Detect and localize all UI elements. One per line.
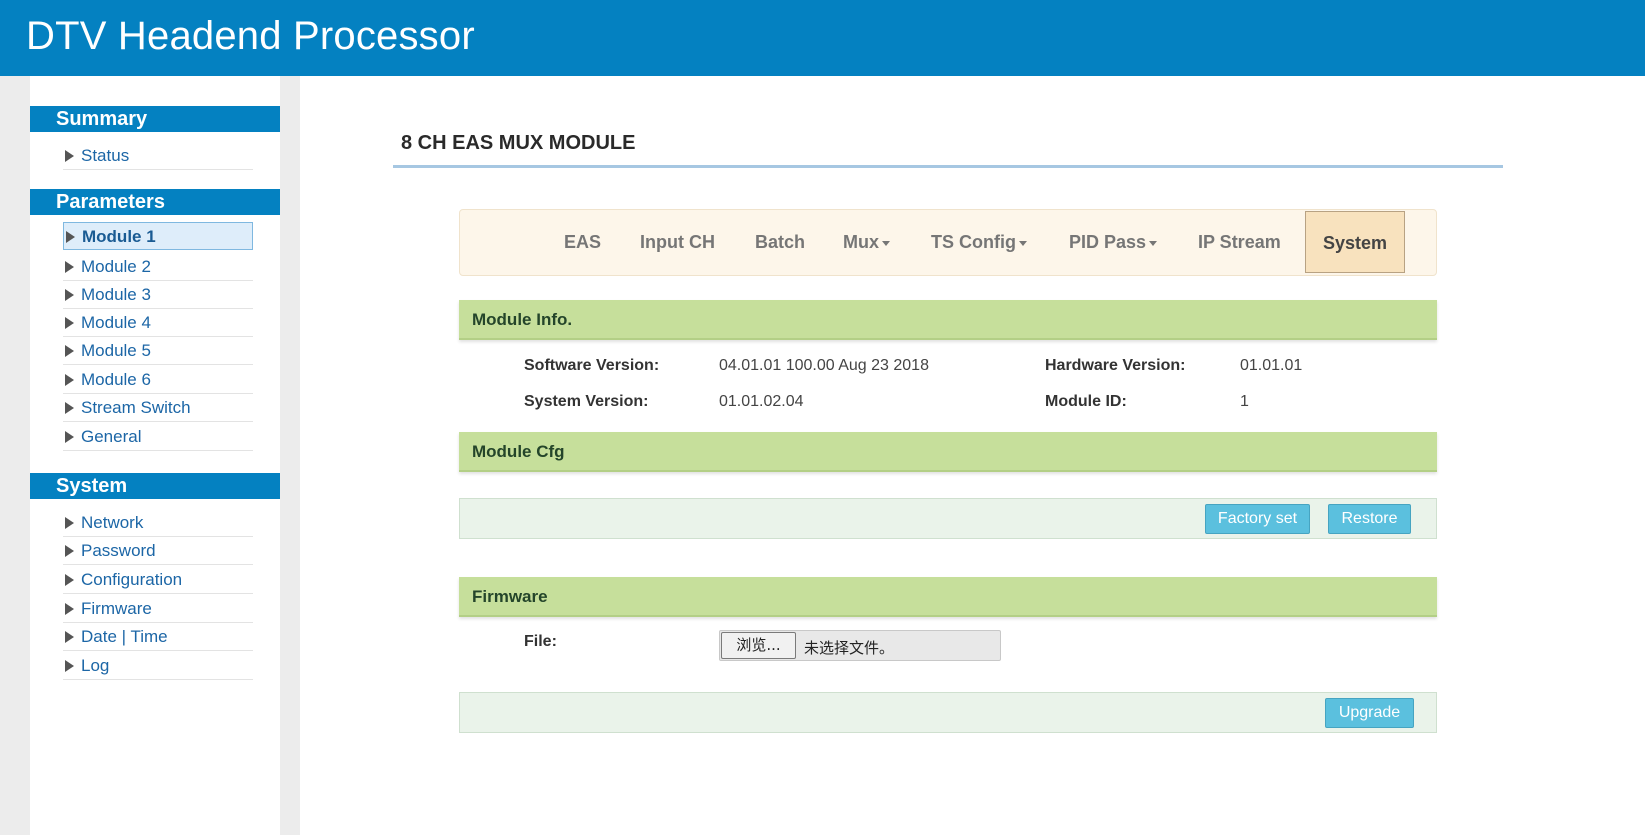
software-version-label: Software Version:	[524, 357, 660, 374]
sidebar-item-label: Status	[81, 146, 130, 165]
triangle-right-icon	[65, 431, 74, 443]
tab-label: Batch	[755, 232, 806, 252]
sidebar-item-configuration[interactable]: Configuration	[63, 566, 253, 594]
sidebar-item-label: Configuration	[81, 570, 183, 589]
sidebar-item-label: General	[81, 427, 142, 446]
triangle-right-icon	[65, 261, 74, 273]
triangle-right-icon	[65, 574, 74, 586]
sidebar-heading-parameters: Parameters	[30, 189, 280, 215]
sidebar-item-label: Module 3	[81, 285, 151, 304]
sidebar-item-password[interactable]: Password	[63, 537, 253, 565]
sidebar-item-label: Date | Time	[81, 627, 168, 646]
triangle-right-icon	[65, 517, 74, 529]
hardware-version-label: Hardware Version:	[1045, 357, 1186, 374]
sidebar-heading-summary: Summary	[30, 106, 280, 132]
triangle-right-icon	[65, 374, 74, 386]
restore-button[interactable]: Restore	[1328, 504, 1411, 534]
section-firmware: Firmware	[459, 577, 1437, 617]
tab-pid-pass[interactable]: PID Pass	[1069, 210, 1158, 275]
sidebar-item-label: Module 5	[81, 341, 151, 360]
sidebar-item-label: Stream Switch	[81, 398, 191, 417]
sidebar-item-status[interactable]: Status	[63, 142, 253, 170]
tab-label: EAS	[564, 232, 602, 252]
caret-down-icon	[882, 240, 890, 246]
sidebar-item-general[interactable]: General	[63, 423, 253, 451]
sidebar-item-label: Log	[81, 656, 110, 675]
section-module-cfg: Module Cfg	[459, 432, 1437, 472]
module-id-value: 1	[1240, 393, 1249, 410]
app-header: DTV Headend Processor	[0, 0, 1645, 76]
sidebar-item-label: Module 1	[82, 227, 156, 246]
sidebar-item-label: Network	[81, 513, 144, 532]
sidebar: Summary Status Parameters Module 1 Modul…	[30, 76, 280, 835]
file-input[interactable]: 浏览... 未选择文件。	[719, 630, 1001, 661]
sidebar-item-module-3[interactable]: Module 3	[63, 281, 253, 309]
sidebar-item-module-5[interactable]: Module 5	[63, 337, 253, 365]
sidebar-heading-system: System	[30, 473, 280, 499]
system-version-label: System Version:	[524, 393, 649, 410]
tab-system[interactable]: System	[1305, 211, 1406, 273]
sidebar-item-module-1[interactable]: Module 1	[63, 222, 253, 250]
triangle-right-icon	[65, 660, 74, 672]
sidebar-item-label: Firmware	[81, 599, 152, 618]
triangle-right-icon	[65, 345, 74, 357]
triangle-right-icon	[65, 603, 74, 615]
triangle-right-icon	[65, 150, 74, 162]
software-version-value: 04.01.01 100.00 Aug 23 2018	[719, 357, 929, 374]
sidebar-item-firmware[interactable]: Firmware	[63, 595, 253, 623]
sidebar-item-module-4[interactable]: Module 4	[63, 309, 253, 337]
sidebar-item-stream-switch[interactable]: Stream Switch	[63, 394, 253, 422]
tab-label: Mux	[843, 232, 879, 252]
tab-label: PID Pass	[1069, 232, 1147, 252]
tab-input-ch[interactable]: Input CH	[640, 210, 715, 275]
triangle-right-icon	[65, 289, 74, 301]
tab-label: System	[1323, 233, 1388, 253]
triangle-right-icon	[65, 402, 74, 414]
tab-ip-stream[interactable]: IP Stream	[1198, 210, 1281, 275]
hardware-version-value: 01.01.01	[1240, 357, 1303, 374]
tab-bar: EAS Input CH Batch Mux TS Config PID Pas…	[459, 209, 1437, 276]
title-divider	[393, 165, 1503, 168]
triangle-right-icon	[65, 317, 74, 329]
sidebar-item-module-2[interactable]: Module 2	[63, 253, 253, 281]
caret-down-icon	[1149, 240, 1158, 246]
upgrade-button[interactable]: Upgrade	[1325, 698, 1414, 728]
page-title: 8 CH EAS MUX MODULE	[401, 132, 636, 154]
factory-set-button[interactable]: Factory set	[1205, 504, 1310, 534]
module-id-label: Module ID:	[1045, 393, 1127, 410]
triangle-right-icon	[65, 631, 74, 643]
firmware-actions: Upgrade	[459, 692, 1437, 733]
section-module-info: Module Info.	[459, 300, 1437, 340]
tab-ts-config[interactable]: TS Config	[931, 210, 1027, 275]
system-version-value: 01.01.02.04	[719, 393, 804, 410]
triangle-right-icon	[65, 545, 74, 557]
app-title: DTV Headend Processor	[26, 14, 475, 58]
main-content: 8 CH EAS MUX MODULE EAS Input CH Batch M…	[300, 76, 1645, 835]
no-file-text: 未选择文件。	[804, 639, 895, 657]
tab-label: TS Config	[931, 232, 1016, 252]
tab-batch[interactable]: Batch	[755, 210, 805, 275]
browse-button[interactable]: 浏览...	[721, 632, 796, 659]
module-cfg-actions: Factory set Restore	[459, 498, 1437, 539]
sidebar-item-module-6[interactable]: Module 6	[63, 366, 253, 394]
tab-label: IP Stream	[1198, 232, 1281, 252]
sidebar-item-label: Module 6	[81, 370, 151, 389]
tab-mux[interactable]: Mux	[843, 210, 890, 275]
sidebar-item-label: Module 2	[81, 257, 151, 276]
sidebar-item-label: Module 4	[81, 313, 151, 332]
sidebar-item-log[interactable]: Log	[63, 652, 253, 680]
file-label: File:	[524, 633, 557, 650]
caret-down-icon	[1018, 240, 1027, 246]
sidebar-item-network[interactable]: Network	[63, 509, 253, 537]
tab-label: Input CH	[640, 232, 715, 252]
triangle-right-icon	[66, 231, 75, 243]
tab-eas[interactable]: EAS	[564, 210, 601, 275]
sidebar-item-date-time[interactable]: Date | Time	[63, 623, 253, 651]
sidebar-item-label: Password	[81, 541, 156, 560]
